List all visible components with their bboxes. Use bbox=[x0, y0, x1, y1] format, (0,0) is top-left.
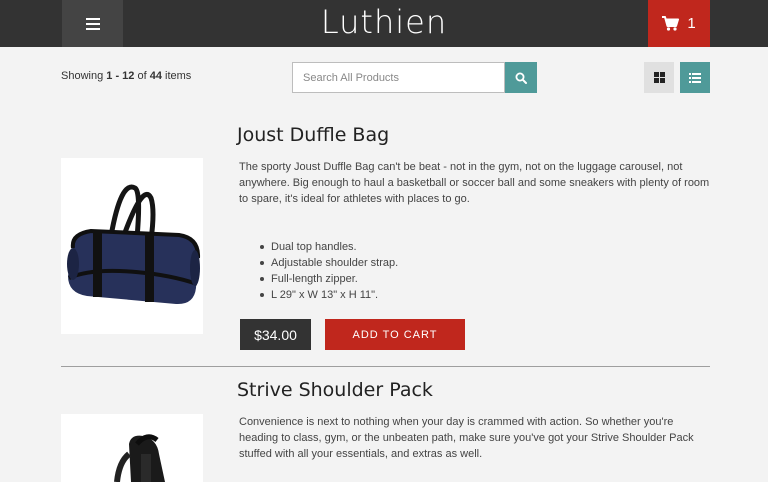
feature-item: Adjustable shoulder strap. bbox=[259, 257, 399, 269]
grid-view-button[interactable] bbox=[644, 62, 674, 93]
product-image-joust-duffle-bag[interactable] bbox=[61, 158, 203, 334]
feature-item: L 29" x W 13" x H 11". bbox=[259, 287, 398, 303]
product-title[interactable]: Joust Duffle Bag bbox=[237, 124, 389, 146]
shoulder-pack-image bbox=[114, 434, 165, 482]
duffle-bag-image bbox=[67, 184, 201, 305]
search-button[interactable] bbox=[505, 62, 537, 93]
shopping-cart-icon bbox=[662, 16, 680, 31]
product-title[interactable]: Strive Shoulder Pack bbox=[237, 379, 433, 401]
hamburger-icon bbox=[85, 17, 100, 30]
feature-item: Dual top handles. bbox=[259, 239, 398, 255]
search-icon bbox=[515, 72, 527, 84]
product-image-strive-shoulder-pack[interactable] bbox=[61, 414, 203, 482]
cart-button[interactable]: 1 bbox=[648, 0, 710, 47]
grid-icon bbox=[653, 72, 665, 83]
menu-button[interactable] bbox=[62, 0, 123, 47]
top-navbar: Luthien 1 bbox=[0, 0, 768, 47]
search-input[interactable] bbox=[292, 62, 505, 93]
add-to-cart-button[interactable]: ADD TO CART bbox=[325, 319, 465, 350]
list-icon bbox=[689, 72, 701, 83]
product-price: $34.00 bbox=[240, 319, 311, 350]
product-features-list: Dual top handles. Adjustable shoulder st… bbox=[259, 239, 399, 303]
product-divider bbox=[61, 366, 710, 367]
product-description: The sporty Joust Duffle Bag can't be bea… bbox=[239, 161, 710, 205]
list-view-button[interactable] bbox=[680, 62, 710, 93]
cart-count: 1 bbox=[687, 15, 696, 32]
product-description: Convenience is next to nothing when your… bbox=[239, 416, 694, 460]
feature-item: Full-length zipper. bbox=[259, 271, 398, 287]
item-count-text: Showing 1 - 12 of 44 items bbox=[61, 70, 192, 82]
